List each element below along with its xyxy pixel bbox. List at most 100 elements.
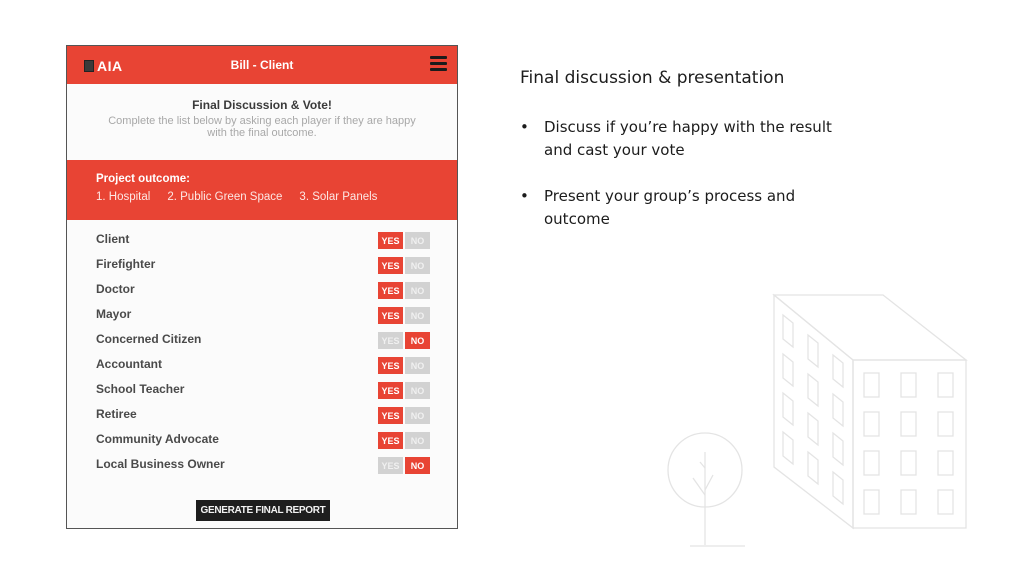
vote-toggle: YES NO xyxy=(378,407,430,424)
window-shape xyxy=(863,489,880,515)
vote-toggle: YES NO xyxy=(378,282,430,299)
yes-button[interactable]: YES xyxy=(378,382,403,399)
yes-button[interactable]: YES xyxy=(378,432,403,449)
bullet-text: Present your group’s process and outcome xyxy=(544,187,796,228)
outcome-label: Project outcome: xyxy=(96,173,190,185)
no-button[interactable]: NO xyxy=(405,282,430,299)
player-title: Bill - Client xyxy=(230,58,294,72)
yes-button[interactable]: YES xyxy=(378,257,403,274)
vote-toggle: YES NO xyxy=(378,257,430,274)
yes-button[interactable]: YES xyxy=(378,282,403,299)
player-name: Accountant xyxy=(96,356,162,371)
no-button[interactable]: NO xyxy=(405,307,430,324)
vote-toggle: YES NO xyxy=(378,457,430,474)
window-shape xyxy=(807,372,819,408)
no-button[interactable]: NO xyxy=(405,232,430,249)
yes-button[interactable]: YES xyxy=(378,357,403,374)
no-button[interactable]: NO xyxy=(405,382,430,399)
window-shape xyxy=(900,450,917,476)
vote-row: School Teacher YES NO xyxy=(96,378,430,403)
vote-row: Accountant YES NO xyxy=(96,353,430,378)
window-shape xyxy=(832,431,844,467)
vote-row: Client YES NO xyxy=(96,228,430,253)
no-button[interactable]: NO xyxy=(405,357,430,374)
window-shape xyxy=(807,411,819,447)
window-shape xyxy=(782,430,794,466)
vote-toggle: YES NO xyxy=(378,432,430,449)
window-shape xyxy=(807,333,819,369)
no-button[interactable]: NO xyxy=(405,332,430,349)
vote-row: Firefighter YES NO xyxy=(96,253,430,278)
slide-title: Final discussion & presentation xyxy=(520,68,785,88)
window-shape xyxy=(832,392,844,428)
app-screenshot: AIA Bill - Client Final Discussion & Vot… xyxy=(66,45,458,529)
generate-final-report-button[interactable]: GENERATE FINAL REPORT xyxy=(196,500,330,521)
vote-row: Mayor YES NO xyxy=(96,303,430,328)
bullet-item: • Discuss if you’re happy with the resul… xyxy=(520,116,850,162)
player-name: Local Business Owner xyxy=(96,456,225,471)
window-shape xyxy=(807,450,819,486)
outcome-item: 3. Solar Panels xyxy=(299,191,378,203)
menu-icon[interactable] xyxy=(430,56,447,71)
player-name: Concerned Citizen xyxy=(96,331,202,346)
window-shape xyxy=(863,450,880,476)
no-button[interactable]: NO xyxy=(405,257,430,274)
window-shape xyxy=(900,489,917,515)
player-name: Community Advocate xyxy=(96,431,219,446)
player-name: Doctor xyxy=(96,281,135,296)
outcome-list: 1. Hospital 2. Public Green Space 3. Sol… xyxy=(96,191,457,203)
vote-row: Local Business Owner YES NO xyxy=(96,453,430,478)
vote-list: Client YES NO Firefighter YES NO Doctor YES NO Ma… xyxy=(67,220,457,478)
window-shape xyxy=(863,372,880,398)
window-shape xyxy=(832,470,844,506)
window-shape xyxy=(782,352,794,388)
window-shape xyxy=(782,313,794,349)
window-shape xyxy=(937,450,954,476)
player-name: Client xyxy=(96,231,130,246)
top-bar: AIA Bill - Client xyxy=(67,46,457,84)
window-shape xyxy=(863,411,880,437)
bullet-glyph: • xyxy=(520,118,529,136)
bullet-text: Discuss if you’re happy with the result … xyxy=(544,118,832,159)
player-name: Retiree xyxy=(96,406,137,421)
player-name: School Teacher xyxy=(96,381,185,396)
vote-toggle: YES NO xyxy=(378,357,430,374)
yes-button[interactable]: YES xyxy=(378,307,403,324)
vote-toggle: YES NO xyxy=(378,307,430,324)
section-heading: Final Discussion & Vote! xyxy=(192,98,332,112)
window-shape xyxy=(937,489,954,515)
window-shape xyxy=(937,372,954,398)
outcome-item: 1. Hospital xyxy=(96,191,151,203)
vote-row: Concerned Citizen YES NO xyxy=(96,328,430,353)
no-button[interactable]: NO xyxy=(405,457,430,474)
vote-toggle: YES NO xyxy=(378,232,430,249)
window-shape xyxy=(900,411,917,437)
vote-toggle: YES NO xyxy=(378,332,430,349)
yes-button[interactable]: YES xyxy=(378,232,403,249)
player-name: Mayor xyxy=(96,306,132,321)
vote-row: Doctor YES NO xyxy=(96,278,430,303)
vote-row: Community Advocate YES NO xyxy=(96,428,430,453)
yes-button[interactable]: YES xyxy=(378,332,403,349)
window-shape xyxy=(832,353,844,389)
window-shape xyxy=(937,411,954,437)
project-outcome-banner: Project outcome: 1. Hospital 2. Public G… xyxy=(67,160,457,220)
yes-button[interactable]: YES xyxy=(378,457,403,474)
instructions-text: Complete the list below by asking each p… xyxy=(108,115,416,139)
window-shape xyxy=(900,372,917,398)
tree-icon xyxy=(667,432,745,547)
building-icon xyxy=(772,293,968,530)
building-tree-illustration xyxy=(667,293,968,547)
player-name: Firefighter xyxy=(96,256,156,271)
outcome-item: 2. Public Green Space xyxy=(167,191,283,203)
intro-section: Final Discussion & Vote! Complete the li… xyxy=(67,84,457,160)
yes-button[interactable]: YES xyxy=(378,407,403,424)
no-button[interactable]: NO xyxy=(405,432,430,449)
window-shape xyxy=(782,391,794,427)
no-button[interactable]: NO xyxy=(405,407,430,424)
bullet-glyph: • xyxy=(520,187,529,205)
vote-toggle: YES NO xyxy=(378,382,430,399)
bullet-item: • Present your group’s process and outco… xyxy=(520,185,850,231)
slide-bullets: • Discuss if you’re happy with the resul… xyxy=(520,116,850,254)
vote-row: Retiree YES NO xyxy=(96,403,430,428)
